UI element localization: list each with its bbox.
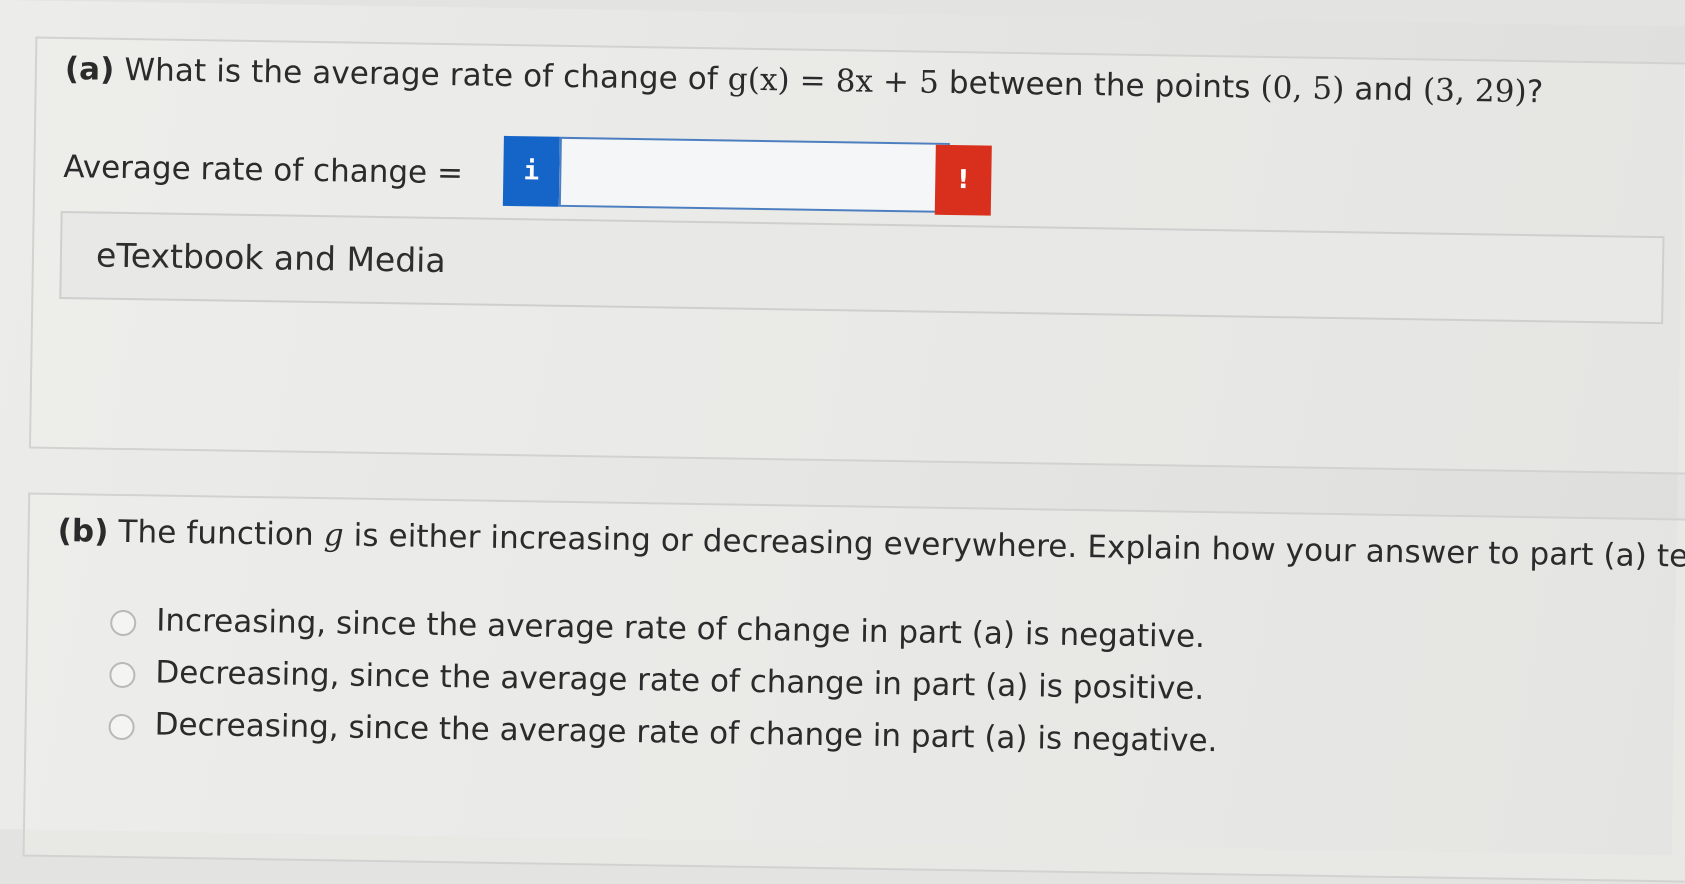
question-a-middle: between the points: [948, 64, 1251, 106]
answer-label: Average rate of change =: [63, 149, 464, 192]
question-b-prefix: The function: [118, 513, 315, 553]
info-button[interactable]: i: [502, 135, 560, 207]
question-a-function: g(x) = 8x + 5: [727, 61, 940, 101]
question-a-and: and: [1354, 71, 1414, 109]
answer-input[interactable]: [558, 136, 950, 213]
question-b-var: g: [323, 517, 344, 554]
etextbook-media-label: eTextbook and Media: [95, 235, 446, 281]
question-a-suffix: ?: [1526, 73, 1544, 111]
question-a-point1: (0, 5): [1260, 69, 1345, 108]
question-a-label: (a): [64, 51, 115, 88]
question-a-point2: (3, 29): [1422, 72, 1528, 110]
page: (a) What is the average rate of change o…: [0, 0, 1685, 883]
alert-button[interactable]: !: [934, 144, 992, 216]
question-b-label: (b): [57, 512, 109, 550]
answer-widget: i !: [502, 135, 992, 216]
info-icon: i: [523, 156, 540, 187]
exclamation-icon: !: [957, 165, 970, 196]
